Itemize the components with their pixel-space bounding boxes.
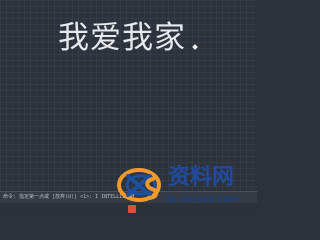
drawing-text[interactable]: 我爱我家 — [58, 12, 186, 57]
watermark-domain: ZL.XS1616.COM — [166, 195, 238, 204]
xs-logo-icon — [117, 168, 161, 202]
drawing-canvas[interactable]: 我爱我家 命令: 指定第一点或 [放弃(U)] <1>: I INTELLIZO… — [0, 0, 257, 214]
crosshair-cursor-icon — [192, 44, 198, 50]
watermark: 资料网 ZL.XS1616.COM — [112, 158, 257, 214]
watermark-logo-text: 资料网 — [168, 165, 235, 190]
